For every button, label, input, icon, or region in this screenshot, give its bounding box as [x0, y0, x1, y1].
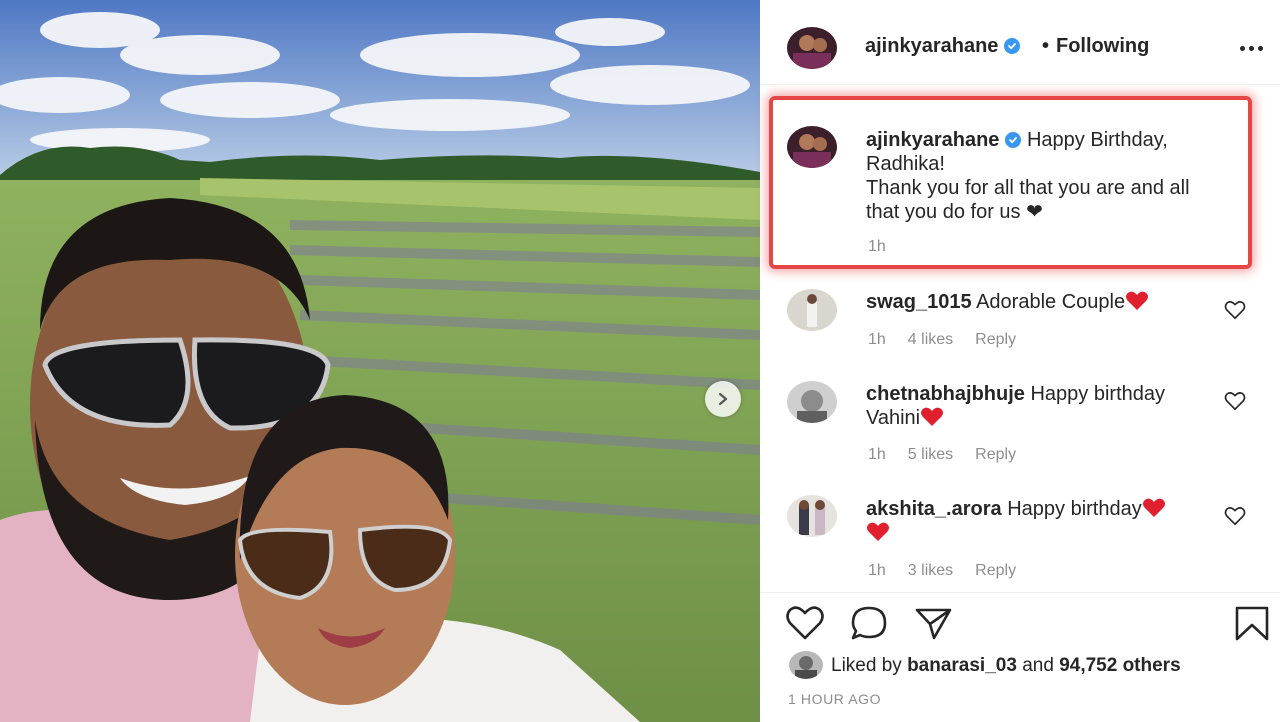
caption-line-3: Thank you for all that you are and all: [866, 177, 1190, 199]
post-photo: [0, 0, 760, 722]
comment-body: Happy birthday: [1030, 383, 1165, 405]
commenter-username[interactable]: chetnabhajbhuje: [866, 383, 1025, 405]
comment-like-heart-icon[interactable]: [1224, 300, 1246, 320]
verified-badge-icon: [1004, 38, 1021, 54]
commenter-avatar[interactable]: [787, 495, 837, 537]
reply-button[interactable]: Reply: [975, 562, 1016, 580]
comment-likes[interactable]: 5 likes: [908, 446, 953, 464]
commenter-username[interactable]: swag_1015: [866, 291, 972, 313]
comment-body-line-2: Vahini: [866, 407, 921, 429]
commenter-avatar[interactable]: [787, 289, 837, 331]
comment-time: 1h: [868, 446, 886, 463]
bookmark-icon[interactable]: [1232, 604, 1272, 642]
post-details-panel: ajinkyarahane • Following ajinkyarahane …: [760, 0, 1280, 722]
comment-time: 1h: [868, 331, 886, 348]
caption-line-2: Radhika!: [866, 153, 945, 175]
header-divider: [760, 84, 1280, 85]
post-caption: ajinkyarahane Happy Birthday, Radhika! T…: [866, 128, 1246, 224]
comment-likes[interactable]: 3 likes: [908, 562, 953, 580]
verified-badge-icon: [1005, 132, 1022, 148]
caption-line-4: that you do for us ❤: [866, 201, 1043, 223]
more-options-icon[interactable]: [1240, 38, 1270, 58]
next-photo-button[interactable]: [705, 381, 741, 417]
chevron-right-icon: [718, 392, 728, 406]
liked-by-user[interactable]: banarasi_03: [907, 655, 1017, 676]
reply-button[interactable]: Reply: [975, 446, 1016, 464]
actions-divider: [760, 592, 1280, 593]
reply-button[interactable]: Reply: [975, 331, 1016, 349]
comment-likes[interactable]: 4 likes: [908, 331, 953, 349]
author-avatar[interactable]: [787, 27, 837, 69]
selfie-image: [0, 0, 760, 722]
comment-like-heart-icon[interactable]: [1224, 506, 1246, 526]
commenter-username[interactable]: akshita_.arora: [866, 498, 1002, 520]
comment-body: Adorable Couple: [976, 291, 1126, 313]
caption-author-avatar[interactable]: [787, 126, 837, 168]
comment-time: 1h: [868, 562, 886, 579]
red-heart-emoji-icon: [866, 522, 890, 541]
caption-line-1: Happy Birthday,: [1026, 129, 1168, 151]
heart-icon[interactable]: [785, 604, 825, 642]
commenter-avatar[interactable]: [787, 381, 837, 423]
comment-item: swag_1015 Adorable Couple: [866, 290, 1216, 314]
author-username-text: ajinkyarahane: [865, 35, 999, 57]
comment-body: Happy birthday: [1007, 498, 1142, 520]
following-button[interactable]: Following: [1056, 35, 1149, 58]
liked-by-others[interactable]: 94,752 others: [1059, 655, 1180, 676]
comment-item: chetnabhajbhuje Happy birthday Vahini: [866, 382, 1216, 430]
author-username[interactable]: ajinkyarahane: [865, 35, 1021, 58]
paper-plane-icon[interactable]: [913, 604, 953, 642]
comment-meta: 1h 3 likes Reply: [868, 562, 1016, 580]
liked-by-summary[interactable]: Liked by banarasi_03 and 94,752 others: [831, 655, 1181, 677]
caption-author-username[interactable]: ajinkyarahane: [866, 129, 999, 151]
comment-bubble-icon[interactable]: [849, 604, 889, 642]
liked-by-middle: and: [1022, 655, 1054, 676]
post-timestamp: 1 HOUR AGO: [788, 691, 882, 707]
comment-meta: 1h 5 likes Reply: [868, 446, 1016, 464]
liked-by-prefix: Liked by: [831, 655, 902, 676]
header-separator: •: [1042, 35, 1050, 57]
comment-like-heart-icon[interactable]: [1224, 391, 1246, 411]
red-heart-emoji-icon: [1142, 498, 1165, 517]
liker-avatar[interactable]: [789, 651, 823, 679]
caption-timestamp: 1h: [868, 238, 886, 255]
comment-item: akshita_.arora Happy birthday: [866, 497, 1216, 545]
red-heart-emoji-icon: [1126, 291, 1149, 310]
comment-meta: 1h 4 likes Reply: [868, 331, 1016, 349]
red-heart-emoji-icon: [921, 407, 944, 426]
